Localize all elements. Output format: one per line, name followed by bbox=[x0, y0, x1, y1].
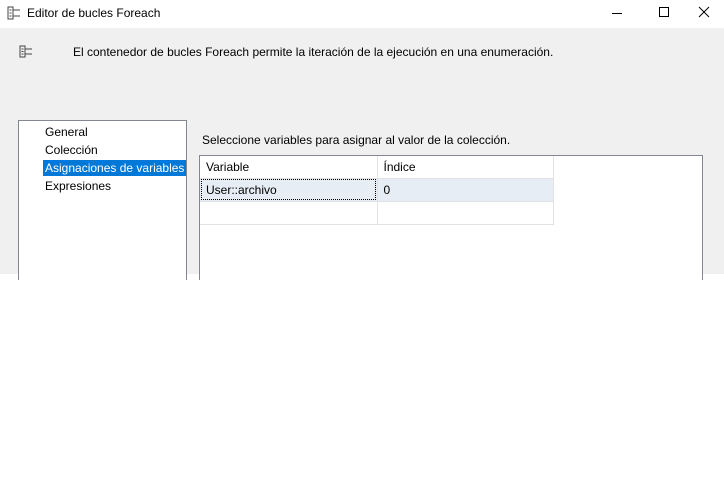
nav-item-asignaciones-de-variables[interactable]: Asignaciones de variables bbox=[43, 160, 187, 176]
title-bar: Editor de bucles Foreach bbox=[0, 0, 724, 28]
column-header-variable[interactable]: Variable bbox=[200, 156, 378, 179]
maximize-icon bbox=[659, 7, 669, 17]
nav-panel: General Colección Asignaciones de variab… bbox=[18, 120, 187, 280]
variable-mappings-grid[interactable]: Variable Índice User::archivo 0 bbox=[199, 155, 703, 280]
column-header-indice[interactable]: Índice bbox=[377, 156, 554, 179]
nav-item-coleccion[interactable]: Colección bbox=[43, 142, 100, 158]
window-title: Editor de bucles Foreach bbox=[27, 6, 161, 20]
index-cell[interactable] bbox=[377, 201, 554, 225]
minimize-icon bbox=[612, 13, 622, 14]
maximize-button[interactable] bbox=[640, 0, 686, 28]
nav-item-general[interactable]: General bbox=[43, 124, 90, 140]
grid-header-row: Variable Índice bbox=[200, 156, 554, 179]
foreach-loop-icon bbox=[7, 6, 20, 20]
variable-cell[interactable] bbox=[200, 201, 378, 225]
close-icon bbox=[698, 6, 710, 18]
header-description: El contenedor de bucles Foreach permite … bbox=[73, 45, 554, 59]
instruction-label: Seleccione variables para asignar al val… bbox=[202, 133, 511, 147]
table-row[interactable]: User::archivo 0 bbox=[200, 178, 554, 202]
table-row-new[interactable] bbox=[200, 201, 554, 225]
mappings-table: Variable Índice User::archivo 0 bbox=[200, 156, 554, 225]
foreach-container-icon bbox=[19, 45, 32, 58]
minimize-button[interactable] bbox=[594, 0, 640, 28]
nav-item-expresiones[interactable]: Expresiones bbox=[43, 178, 113, 194]
close-button[interactable] bbox=[686, 0, 724, 28]
variable-cell[interactable]: User::archivo bbox=[200, 178, 378, 202]
index-cell[interactable]: 0 bbox=[377, 178, 554, 202]
dialog-client-area: El contenedor de bucles Foreach permite … bbox=[0, 28, 724, 280]
